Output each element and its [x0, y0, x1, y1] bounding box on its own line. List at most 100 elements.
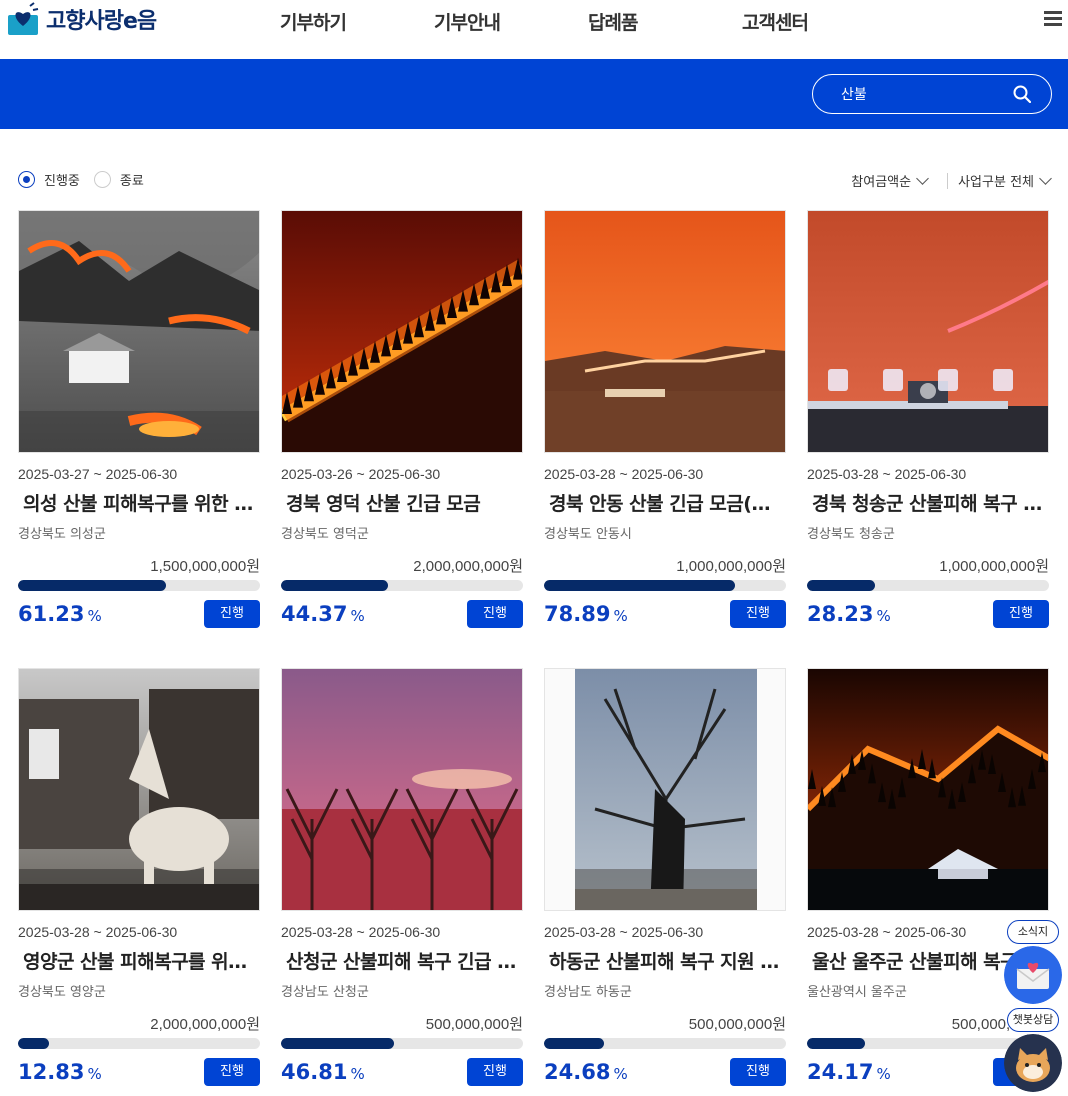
project-card[interactable]: 2025-03-28 ~ 2025-06-30 산청군 산불피해 복구 긴급 모…: [281, 668, 523, 1090]
percent-unit: %: [350, 607, 365, 625]
sort-label: 참여금액순: [851, 175, 912, 190]
project-card[interactable]: 2025-03-27 ~ 2025-06-30 의성 산불 피해복구를 위한 긴…: [18, 210, 260, 632]
wildfire-photo: [808, 669, 1048, 910]
radio-ended[interactable]: 종료: [93, 170, 144, 189]
newsletter-icon[interactable]: [1004, 946, 1062, 1004]
project-card[interactable]: 2025-03-28 ~ 2025-06-30 경북 안동 산불 긴급 모금(산…: [544, 210, 786, 632]
percent-value: 28.23: [807, 602, 874, 626]
percent-value: 46.81: [281, 1060, 348, 1084]
chatbot-label[interactable]: 챗봇상담: [1007, 1008, 1059, 1032]
status-badge[interactable]: 진행: [993, 600, 1049, 628]
status-badge[interactable]: 진행: [730, 1058, 786, 1086]
status-badge[interactable]: 진행: [204, 1058, 260, 1086]
percent-value: 24.17: [807, 1060, 874, 1084]
project-image[interactable]: [18, 210, 260, 453]
project-goal: 2,000,000,000원: [413, 558, 523, 575]
project-card[interactable]: 2025-03-28 ~ 2025-06-30 경북 청송군 산불피해 복구 지…: [807, 210, 1049, 632]
heart-box-icon: [8, 2, 39, 35]
project-period: 2025-03-28 ~ 2025-06-30: [807, 466, 967, 482]
chatbot-icon[interactable]: [1004, 1034, 1062, 1092]
project-image[interactable]: [807, 210, 1049, 453]
wildfire-photo: [808, 211, 1048, 452]
sort-dropdown[interactable]: 참여금액순: [851, 171, 929, 190]
project-region: 경상북도 안동시: [544, 527, 632, 542]
percent-unit: %: [350, 1065, 365, 1083]
project-percent: 24.17%: [807, 1060, 891, 1084]
progress-bar: [18, 580, 260, 591]
progress-bar: [18, 1038, 260, 1049]
project-percent: 78.89%: [544, 602, 628, 626]
project-goal: 2,000,000,000원: [150, 1016, 260, 1033]
chevron-down-icon: [1039, 172, 1052, 185]
project-region: 경상남도 산청군: [281, 985, 369, 1000]
sort-controls: 참여금액순 사업구분 전체: [851, 171, 1052, 190]
category-dropdown[interactable]: 사업구분 전체: [958, 171, 1052, 190]
percent-value: 12.83: [18, 1060, 85, 1084]
project-percent: 28.23%: [807, 602, 891, 626]
project-title[interactable]: 하동군 산불피해 복구 지원 모금: [544, 947, 786, 974]
search-band: [0, 59, 1068, 129]
project-title[interactable]: 경북 영덕 산불 긴급 모금: [281, 489, 523, 516]
project-period: 2025-03-28 ~ 2025-06-30: [18, 924, 178, 940]
project-percent: 46.81%: [281, 1060, 365, 1084]
project-image[interactable]: [807, 668, 1049, 911]
wildfire-photo: [19, 211, 259, 452]
category-label: 사업구분 전체: [958, 175, 1034, 190]
wildfire-photo: [545, 211, 785, 452]
project-image[interactable]: [544, 668, 786, 911]
progress-bar: [544, 1038, 786, 1049]
project-card[interactable]: 2025-03-28 ~ 2025-06-30 하동군 산불피해 복구 지원 모…: [544, 668, 786, 1090]
percent-unit: %: [87, 607, 102, 625]
nav-gifts[interactable]: 답례품: [588, 8, 742, 35]
main-nav: 기부하기 기부안내 답례품 고객센터: [280, 8, 809, 35]
newsletter-label[interactable]: 소식지: [1007, 920, 1059, 944]
project-period: 2025-03-28 ~ 2025-06-30: [544, 924, 704, 940]
radio-dot: [93, 171, 111, 188]
project-image[interactable]: [544, 210, 786, 453]
search-icon[interactable]: [1013, 85, 1031, 103]
project-image[interactable]: [281, 668, 523, 911]
site-header: 고향사랑e음 기부하기 기부안내 답례품 고객센터: [0, 0, 1068, 58]
status-badge[interactable]: 진행: [204, 600, 260, 628]
percent-value: 61.23: [18, 602, 85, 626]
wildfire-photo: [545, 669, 785, 910]
radio-label: 진행중: [44, 174, 80, 189]
project-title[interactable]: 산청군 산불피해 복구 긴급 모금: [281, 947, 523, 974]
project-image[interactable]: [281, 210, 523, 453]
nav-customer-center[interactable]: 고객센터: [742, 8, 809, 35]
project-region: 경상남도 하동군: [544, 985, 632, 1000]
divider: [947, 172, 949, 189]
floating-buttons: 소식지 챗봇상담: [1004, 920, 1062, 1096]
project-image[interactable]: [18, 668, 260, 911]
site-logo[interactable]: 고향사랑e음: [6, 2, 157, 36]
progress-fill: [18, 1038, 50, 1049]
project-title[interactable]: 의성 산불 피해복구를 위한 긴급 모금: [18, 489, 260, 516]
wildfire-photo: [282, 669, 522, 910]
wildfire-photo: [19, 669, 259, 910]
project-title[interactable]: 경북 안동 산불 긴급 모금(산불피해 복구): [544, 489, 786, 516]
radio-in-progress[interactable]: 진행중: [18, 170, 80, 189]
project-region: 경상북도 영덕군: [281, 527, 369, 542]
progress-fill: [18, 580, 167, 591]
project-title[interactable]: 경북 청송군 산불피해 복구 지원 모금: [807, 489, 1049, 516]
project-title[interactable]: 영양군 산불 피해복구를 위한 긴급 모금: [18, 947, 260, 974]
status-filter: 진행중 종료: [18, 170, 158, 189]
status-badge[interactable]: 진행: [467, 1058, 523, 1086]
progress-fill: [281, 1038, 395, 1049]
project-card[interactable]: 2025-03-26 ~ 2025-06-30 경북 영덕 산불 긴급 모금 경…: [281, 210, 523, 632]
progress-fill: [807, 580, 876, 591]
nav-guide[interactable]: 기부안내: [434, 8, 588, 35]
search-box: [812, 74, 1052, 114]
project-percent: 61.23%: [18, 602, 102, 626]
project-card[interactable]: 2025-03-28 ~ 2025-06-30 영양군 산불 피해복구를 위한 …: [18, 668, 260, 1090]
project-percent: 24.68%: [544, 1060, 628, 1084]
nav-donate[interactable]: 기부하기: [280, 8, 434, 35]
wildfire-photo: [282, 211, 522, 452]
project-goal: 1,000,000,000원: [939, 558, 1049, 575]
search-input[interactable]: [841, 84, 1011, 104]
menu-icon[interactable]: [1044, 11, 1062, 27]
status-badge[interactable]: 진행: [730, 600, 786, 628]
status-badge[interactable]: 진행: [467, 600, 523, 628]
percent-value: 24.68: [544, 1060, 611, 1084]
project-period: 2025-03-28 ~ 2025-06-30: [544, 466, 704, 482]
